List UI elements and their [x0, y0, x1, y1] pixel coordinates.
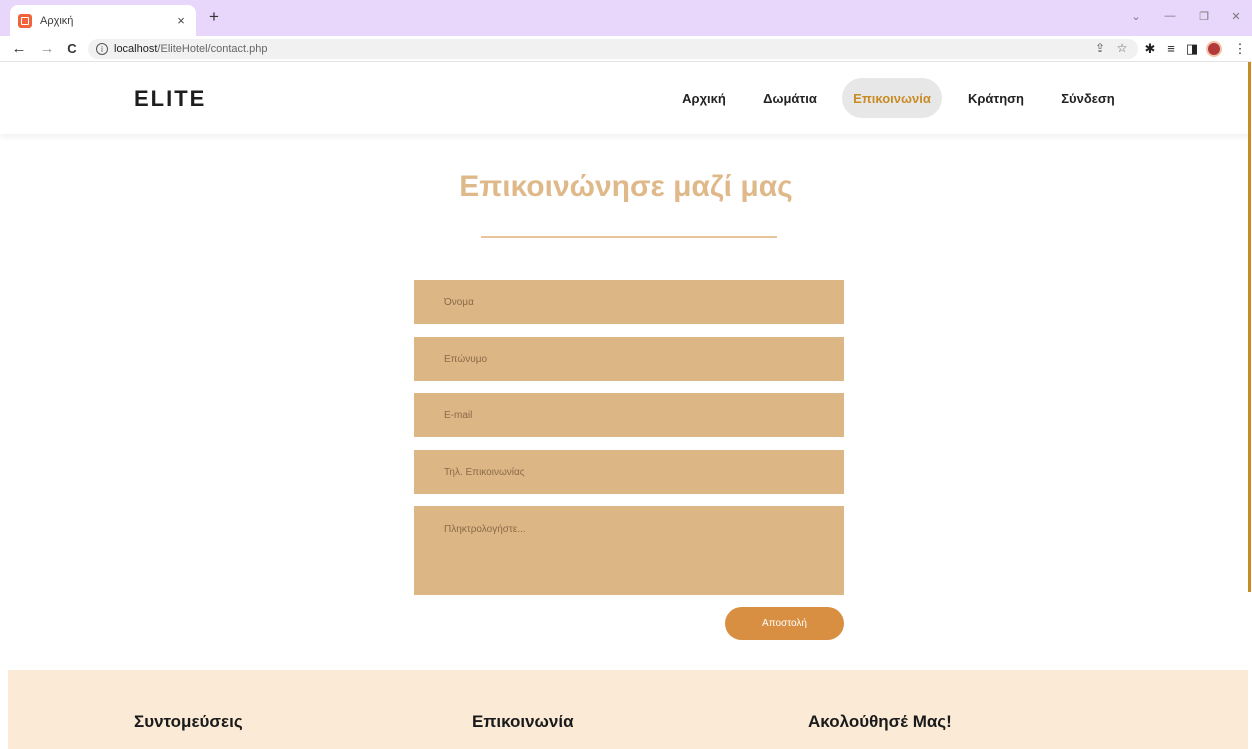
- email-input[interactable]: [414, 393, 844, 437]
- url-path: /EliteHotel/contact.php: [157, 43, 268, 55]
- footer-heading-shortcuts: Συντομεύσεις: [134, 712, 243, 731]
- title-divider: [481, 236, 777, 238]
- reload-button[interactable]: C: [63, 40, 81, 58]
- browser-tab[interactable]: Αρχική ×: [10, 5, 196, 36]
- xampp-favicon-icon: [18, 13, 32, 28]
- nav-item-contact[interactable]: Επικοινωνία: [842, 78, 942, 118]
- page-title: Επικοινώνησε μαζί μας: [459, 170, 793, 203]
- address-bar[interactable]: i localhost /EliteHotel/contact.php ⇪ ☆: [88, 39, 1138, 59]
- new-tab-button[interactable]: +: [205, 8, 223, 26]
- nav-item-login[interactable]: Σύνδεση: [1048, 78, 1128, 118]
- side-panel-icon[interactable]: ◨: [1184, 40, 1200, 58]
- url-host: localhost: [114, 43, 158, 55]
- reading-list-icon[interactable]: ≡: [1163, 40, 1179, 58]
- back-button[interactable]: ←: [10, 40, 28, 58]
- first-name-input[interactable]: [414, 280, 844, 324]
- extensions-icon[interactable]: ✱: [1142, 40, 1158, 58]
- profile-avatar[interactable]: [1206, 41, 1222, 57]
- restore-button[interactable]: ❐: [1194, 10, 1214, 23]
- message-textarea[interactable]: [414, 506, 844, 595]
- nav-item-home[interactable]: Αρχική: [670, 78, 738, 118]
- tab-title: Αρχική: [40, 14, 74, 27]
- send-button[interactable]: Αποστολή: [725, 607, 844, 640]
- browser-menu-icon[interactable]: ⋮: [1232, 40, 1248, 58]
- minimize-button[interactable]: —: [1160, 10, 1180, 22]
- close-window-button[interactable]: ✕: [1226, 10, 1246, 23]
- nav-item-booking[interactable]: Κράτηση: [956, 78, 1036, 118]
- scrollbar[interactable]: [1248, 62, 1251, 592]
- phone-input[interactable]: [414, 450, 844, 494]
- tab-search-icon[interactable]: ⌄: [1126, 10, 1146, 23]
- tab-close-icon[interactable]: ×: [174, 13, 188, 28]
- site-info-icon[interactable]: i: [96, 43, 108, 55]
- nav-item-rooms[interactable]: Δωμάτια: [750, 78, 830, 118]
- footer-heading-follow: Ακολούθησέ Μας!: [808, 712, 952, 731]
- site-header: ELITE Αρχική Δωμάτια Επικοινωνία Κράτηση…: [0, 62, 1252, 134]
- last-name-input[interactable]: [414, 337, 844, 381]
- site-footer: [8, 670, 1248, 749]
- browser-toolbar: ← → C i localhost /EliteHotel/contact.ph…: [0, 36, 1252, 62]
- forward-button[interactable]: →: [38, 40, 56, 58]
- share-icon[interactable]: ⇪: [1092, 41, 1108, 55]
- footer-heading-contact: Επικοινωνία: [472, 712, 574, 731]
- browser-tab-bar: Αρχική × + ⌄ — ❐ ✕: [0, 0, 1252, 36]
- bookmark-star-icon[interactable]: ☆: [1114, 41, 1130, 55]
- site-logo[interactable]: ELITE: [134, 86, 206, 112]
